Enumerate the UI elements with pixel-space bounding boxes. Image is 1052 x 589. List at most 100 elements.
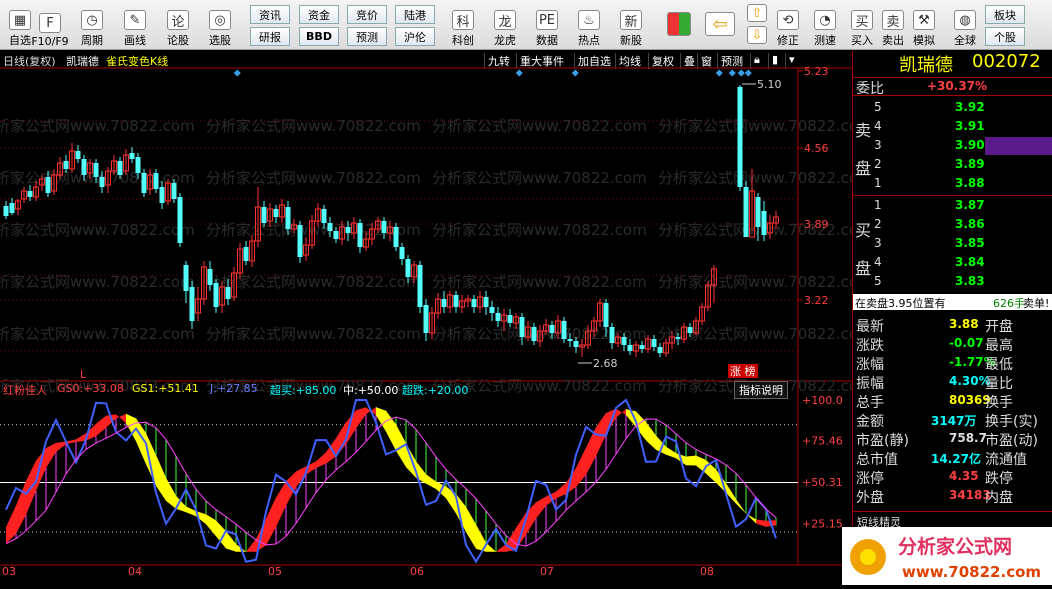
draw-line-button[interactable]: ✎ 画线 xyxy=(115,2,155,48)
simulate-button[interactable]: ⚒ 模拟 xyxy=(904,2,944,48)
toolbar-btn-1-2[interactable]: 预测 xyxy=(347,27,387,46)
candle-body xyxy=(63,161,69,169)
stat-value: 4.35 xyxy=(949,469,979,483)
toolbar-btn-0-0[interactable]: 资讯 xyxy=(250,5,290,24)
level-num: 4 xyxy=(874,119,882,133)
toolbar-label: 科创 xyxy=(452,34,474,47)
candle-body xyxy=(243,247,249,261)
toolbar-btn-1-3[interactable]: 沪伦 xyxy=(395,27,435,46)
indicator-tick: +100.0 xyxy=(802,394,843,407)
event-marker-icon[interactable] xyxy=(715,69,723,77)
x-tick-label: 04 xyxy=(128,565,142,578)
level-num: 4 xyxy=(874,255,882,269)
up-arrow-icon[interactable]: ⇧ xyxy=(747,4,767,22)
buy-price: 3.84 xyxy=(955,255,985,269)
gs-fill xyxy=(356,407,366,429)
watermark-text: 分析家公式网www.70822.com xyxy=(206,221,421,239)
stat-label-right: 换手(实) xyxy=(985,414,1038,430)
candle-body xyxy=(423,305,429,333)
toolbar-btn-1-1[interactable]: BBD xyxy=(299,27,339,46)
candle-body xyxy=(621,337,627,345)
toolbar-label: 全球 xyxy=(954,34,976,47)
zhong-label: 中:+50.00 xyxy=(343,384,399,397)
stat-label-right: 市盈(动) xyxy=(985,433,1038,449)
dragon-tiger-button[interactable]: 龙龙虎 xyxy=(485,2,525,48)
cycle-button[interactable]: ◷ 周期 xyxy=(72,2,112,48)
candle-body xyxy=(483,297,489,307)
indicator-title[interactable]: 红粉佳人 xyxy=(3,382,47,398)
gs-fill xyxy=(146,433,156,486)
j-label: J:+27.85 xyxy=(210,382,258,395)
gs-fill xyxy=(36,447,46,491)
sell-level-row[interactable]: 1 3.88 xyxy=(853,175,1052,194)
indicator-help-button[interactable]: 指标说明 xyxy=(734,381,788,399)
stat-label-right: 开盘 xyxy=(985,319,1013,335)
buy-level-row[interactable]: 3 3.85 xyxy=(853,235,1052,254)
f10-button[interactable]: F F10/F9 xyxy=(30,2,70,48)
pe-data-button[interactable]: PE 数据 xyxy=(527,2,567,48)
buy-level-row[interactable]: 2 3.86 xyxy=(853,216,1052,235)
sell-price: 3.88 xyxy=(955,176,985,190)
toolbar-btn-0-1[interactable]: 资金 xyxy=(299,5,339,24)
gs-fill xyxy=(6,505,16,544)
gs-fill xyxy=(426,474,436,489)
candle-body xyxy=(549,325,555,333)
quote-panel: 凯瑞德 002072 委比 +30.37% 卖盘买盘 5 3.92 4 3.91 3 3.90 2 3.… xyxy=(852,51,1052,585)
event-marker-icon[interactable] xyxy=(571,69,579,77)
level-num: 3 xyxy=(874,236,882,250)
candle-body xyxy=(357,223,363,247)
candle-body xyxy=(183,265,189,291)
stat-label: 外盘 xyxy=(856,490,884,506)
stat-label: 金额 xyxy=(856,414,884,430)
down-arrow-icon[interactable]: ⇩ xyxy=(747,26,767,44)
x-tick-label: 08 xyxy=(700,565,714,578)
toolbar-btn-0-2[interactable]: 竞价 xyxy=(347,5,387,24)
pe-data-icon: PE xyxy=(536,10,558,30)
cycle-icon: ◷ xyxy=(81,10,103,30)
kechuang-button[interactable]: 科科创 xyxy=(443,2,483,48)
order-alert[interactable]: 在卖盘3.95位置有 626手 卖单! xyxy=(853,294,1052,310)
candle-body xyxy=(573,341,579,347)
event-marker-icon[interactable] xyxy=(233,69,241,77)
stat-label: 涨幅 xyxy=(856,357,884,373)
toolbar-label: 龙虎 xyxy=(494,34,516,47)
grid-layout-icon[interactable] xyxy=(667,12,691,36)
candle-body xyxy=(171,183,177,199)
kechuang-icon: 科 xyxy=(452,10,474,30)
ipo-button[interactable]: 新新股 xyxy=(611,2,651,48)
candle-body xyxy=(285,207,291,229)
event-marker-icon[interactable] xyxy=(744,69,752,77)
event-marker-icon[interactable] xyxy=(728,69,736,77)
buy-level-row[interactable]: 5 3.83 xyxy=(853,273,1052,292)
forum-button[interactable]: 论论股 xyxy=(158,2,198,48)
revise-button[interactable]: ⟲ 修正 xyxy=(768,2,808,48)
gs-fill xyxy=(646,421,656,450)
alert-action: 卖单! xyxy=(1023,297,1050,310)
toolbar-btn-1-0[interactable]: 研报 xyxy=(250,27,290,46)
select-stock-button[interactable]: ◎ 选股 xyxy=(200,2,240,48)
gs1-label: GS1:+51.41 xyxy=(132,382,199,395)
right-btn-0[interactable]: 板块 xyxy=(985,5,1025,24)
l-marker: L xyxy=(80,368,87,381)
candle-body xyxy=(627,345,633,351)
event-marker-icon[interactable] xyxy=(515,69,523,77)
right-btn-1[interactable]: 个股 xyxy=(985,27,1025,46)
globe-button[interactable]: ◍ 全球 xyxy=(945,2,985,48)
hot-button[interactable]: ♨ 热点 xyxy=(569,2,609,48)
buy-level-row[interactable]: 1 3.87 xyxy=(853,197,1052,216)
speed-test-button[interactable]: ◔ 测速 xyxy=(805,2,845,48)
back-arrow-icon[interactable]: ⇦ xyxy=(705,12,735,36)
candle-body xyxy=(27,191,33,197)
buy-level-row[interactable]: 4 3.84 xyxy=(853,254,1052,273)
candle-body xyxy=(405,259,411,277)
gs-fill xyxy=(416,461,426,484)
toolbar-btn-0-3[interactable]: 陆港 xyxy=(395,5,435,24)
event-marker-icon[interactable] xyxy=(737,69,745,77)
sell-level-row[interactable]: 2 3.89 xyxy=(853,156,1052,175)
candle-body xyxy=(737,87,743,187)
sell-level-row[interactable]: 4 3.91 xyxy=(853,118,1052,137)
level-num: 2 xyxy=(874,217,882,231)
sell-level-row[interactable]: 5 3.92 xyxy=(853,99,1052,118)
watermark-text: 分析家公式网www.70822.com xyxy=(0,221,195,239)
main-chart[interactable]: 分析家公式网www.70822.com 分析家公式网www.70822.com 分析… xyxy=(0,51,852,585)
